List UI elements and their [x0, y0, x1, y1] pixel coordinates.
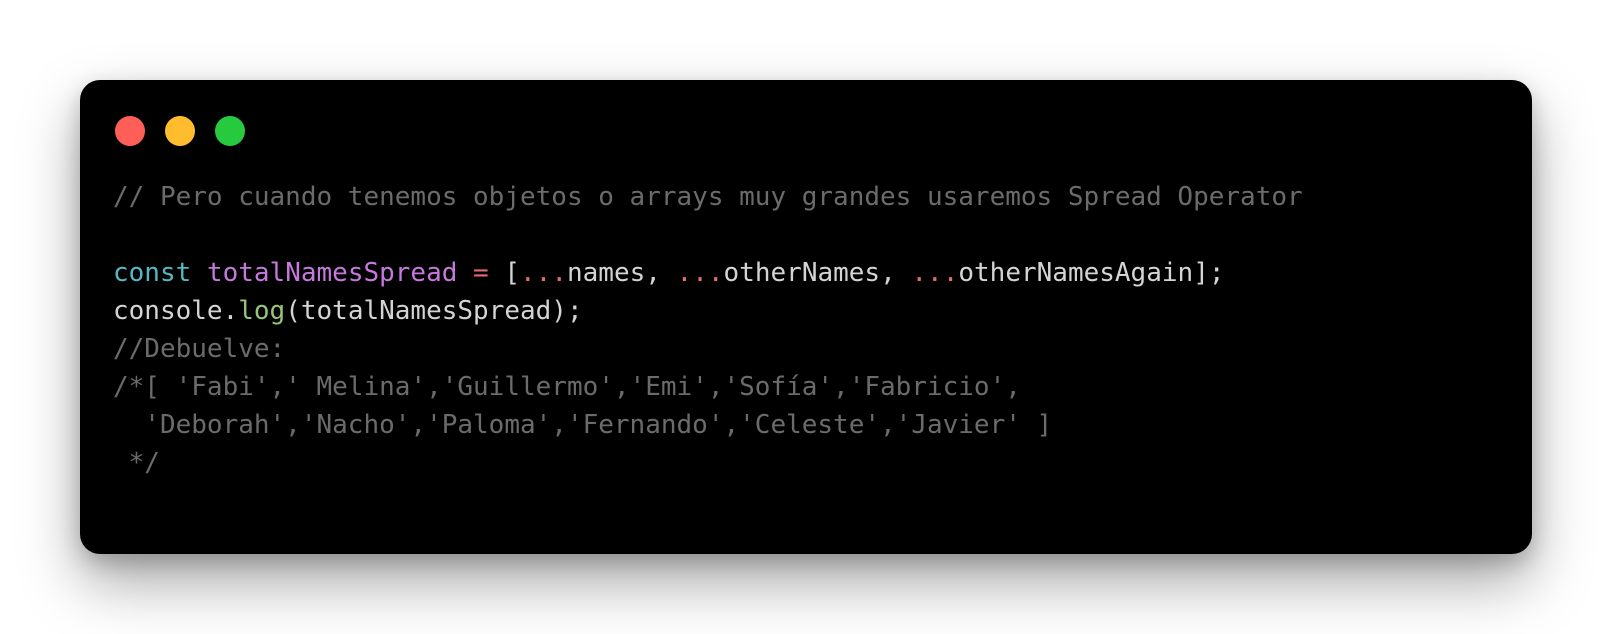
variable-name: totalNamesSpread: [206, 258, 458, 288]
identifier: names: [566, 258, 646, 288]
dot: .: [222, 296, 239, 326]
console-object: console: [113, 296, 223, 326]
identifier: otherNames: [723, 258, 881, 288]
code-line-console: console.log(totalNamesSpread);: [113, 292, 1303, 330]
close-dot-icon[interactable]: [115, 116, 145, 146]
comma: ,: [645, 258, 677, 288]
assign-operator: =: [473, 258, 489, 288]
identifier: otherNamesAgain: [958, 258, 1194, 288]
spread-operator: ...: [911, 258, 959, 288]
code-line-comment: //Debuelve:: [113, 334, 286, 364]
bracket-open: [: [504, 258, 521, 288]
keyword-const: const: [113, 258, 192, 288]
bracket-close: ];: [1193, 258, 1225, 288]
code-line-comment: */: [113, 448, 160, 478]
comma: ,: [880, 258, 912, 288]
code-line-comment: 'Deborah','Nacho','Paloma','Fernando','C…: [113, 410, 1053, 440]
log-method: log: [238, 296, 286, 326]
code-line-const: const totalNamesSpread = [...names, ...o…: [113, 254, 1303, 292]
call-args: (totalNamesSpread);: [285, 296, 583, 326]
spread-operator: ...: [676, 258, 724, 288]
code-window: // Pero cuando tenemos objetos o arrays …: [80, 80, 1532, 554]
zoom-dot-icon[interactable]: [215, 116, 245, 146]
spread-operator: ...: [520, 258, 567, 288]
code-line-comment: /*[ 'Fabi',' Melina','Guillermo','Emi','…: [113, 372, 1021, 402]
code-block: // Pero cuando tenemos objetos o arrays …: [113, 178, 1303, 482]
minimize-dot-icon[interactable]: [165, 116, 195, 146]
code-line-comment: // Pero cuando tenemos objetos o arrays …: [113, 182, 1303, 212]
